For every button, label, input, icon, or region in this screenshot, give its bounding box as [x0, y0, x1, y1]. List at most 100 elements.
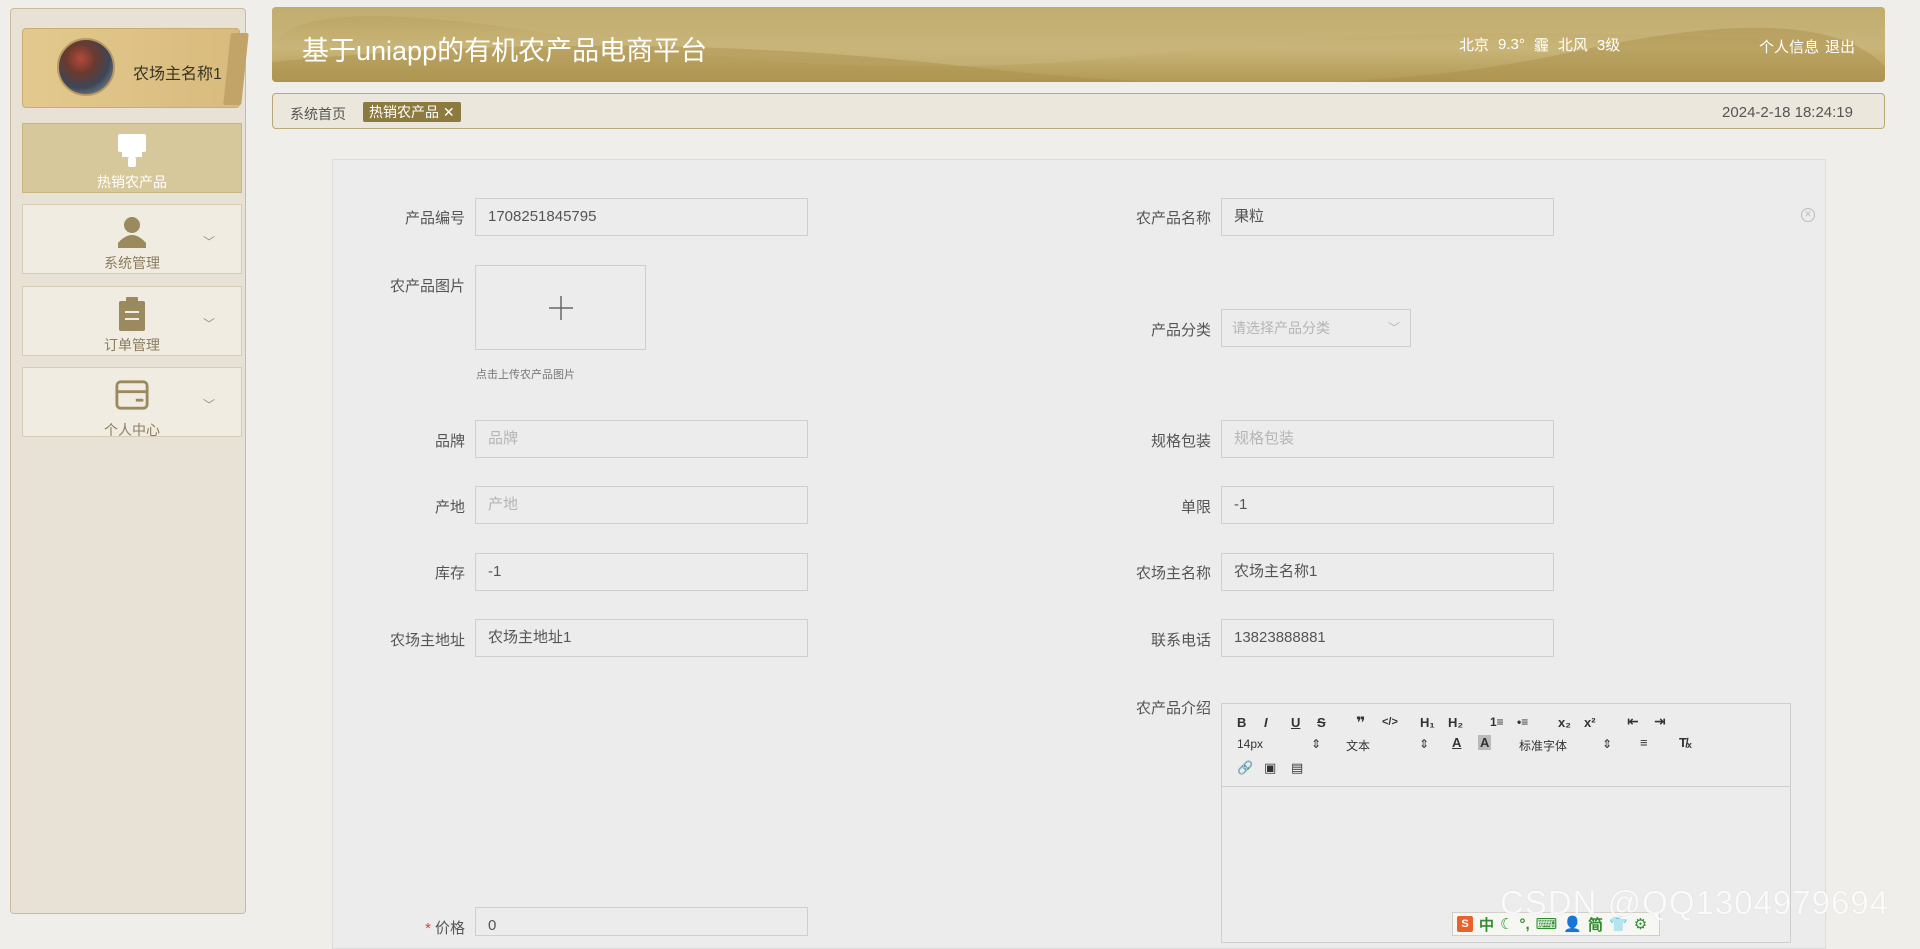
label-stock: 库存: [434, 565, 465, 582]
menu-label: 热销农产品: [97, 174, 167, 190]
chevron-updown-icon: ⇕: [1311, 737, 1322, 751]
subscript-button[interactable]: x₂: [1558, 715, 1571, 730]
ime-chinese-icon[interactable]: 中: [1479, 914, 1494, 935]
plus-icon: [548, 295, 573, 320]
indent-icon[interactable]: ⇥: [1654, 713, 1666, 730]
menu-label: 订单管理: [104, 337, 160, 353]
app-title: 基于uniapp的有机农产品电商平台: [302, 36, 708, 66]
limit-input[interactable]: -1: [1221, 486, 1554, 524]
label-farmer-name: 农场主名称: [1135, 565, 1211, 582]
farmer-address-input[interactable]: 农场主地址1: [475, 619, 808, 657]
chevron-down-icon: ﹀: [202, 398, 215, 412]
font-size-select[interactable]: 14px: [1237, 737, 1263, 751]
menu-item-hot-products[interactable]: 热销农产品: [22, 123, 242, 193]
upload-hint: 点击上传农产品图片: [476, 369, 575, 381]
spec-input[interactable]: 规格包装: [1221, 420, 1554, 458]
label-product-name: 农产品名称: [1135, 210, 1211, 227]
align-icon[interactable]: ≡: [1640, 735, 1648, 750]
product-name-input[interactable]: 果粒: [1221, 198, 1554, 236]
close-icon[interactable]: ✕: [443, 104, 455, 120]
video-icon[interactable]: ▤: [1291, 760, 1303, 776]
tab-home[interactable]: 系统首页: [290, 104, 346, 124]
clipboard-icon: [115, 297, 149, 331]
label-spec: 规格包装: [1150, 433, 1211, 450]
sidebar: 农场主名称1 热销农产品 系统管理 ﹀ 订单管理 ﹀ 个人中心 ﹀: [10, 8, 249, 914]
quote-button[interactable]: ❞: [1356, 713, 1365, 733]
ime-logo-icon: S: [1457, 916, 1473, 932]
label-intro: 农产品介绍: [1135, 700, 1211, 717]
chevron-down-icon: ﹀: [1387, 321, 1400, 335]
strike-button[interactable]: S: [1317, 715, 1326, 730]
font-family-select[interactable]: 标准字体: [1519, 737, 1567, 754]
close-circle-icon[interactable]: ✕: [1801, 208, 1815, 222]
required-mark: *: [425, 920, 431, 937]
label-origin: 产地: [434, 499, 465, 516]
weather-temp: 9.3°: [1498, 36, 1525, 53]
tab-hot-products[interactable]: 热销农产品 ✕: [363, 102, 461, 122]
brand-input[interactable]: 品牌: [475, 420, 808, 458]
user-card-flap: [223, 33, 249, 105]
logout-link[interactable]: 退出: [1825, 36, 1855, 57]
wallet-icon: [115, 378, 149, 412]
farmer-name-input[interactable]: 农场主名称1: [1221, 553, 1554, 591]
code-button[interactable]: </>: [1382, 716, 1398, 728]
text-type-select[interactable]: 文本: [1346, 737, 1370, 754]
origin-input[interactable]: 产地: [475, 486, 808, 524]
tab-label: 热销农产品: [369, 104, 439, 120]
label-brand: 品牌: [434, 433, 465, 450]
weather-info: 北京 9.3° 霾 北风 3级: [1459, 34, 1620, 55]
stock-input[interactable]: -1: [475, 553, 808, 591]
user-card[interactable]: 农场主名称1: [22, 28, 249, 108]
bold-button[interactable]: B: [1237, 715, 1246, 730]
outdent-icon[interactable]: ⇤: [1627, 713, 1639, 730]
category-select[interactable]: 请选择产品分类 ﹀: [1221, 309, 1411, 347]
menu-item-profile[interactable]: 个人中心 ﹀: [22, 367, 242, 438]
label-limit: 单限: [1180, 499, 1211, 516]
superscript-button[interactable]: x²: [1584, 715, 1596, 730]
header-links: 个人信息 退出: [1759, 36, 1855, 57]
label-price: * 价格: [325, 917, 465, 938]
image-upload[interactable]: [475, 265, 646, 350]
user-name: 农场主名称1: [133, 66, 222, 83]
weather-level: 3级: [1596, 37, 1621, 54]
watermark: CSDN @QQ1304979694: [1500, 884, 1890, 921]
label-image: 农产品图片: [389, 278, 465, 295]
weather-condition: 霾: [1533, 37, 1549, 54]
header: 基于uniapp的有机农产品电商平台 北京 9.3° 霾 北风 3级 个人信息 …: [272, 7, 1885, 82]
current-datetime: 2024-2-18 18:24:19: [1722, 104, 1853, 121]
background-color-icon[interactable]: A: [1478, 735, 1492, 750]
tab-bar: 系统首页 热销农产品 ✕ 2024-2-18 18:24:19: [272, 93, 1885, 129]
chevron-updown-icon: ⇕: [1602, 737, 1613, 751]
label-product-no: 产品编号: [404, 210, 465, 227]
h2-button[interactable]: H₂: [1448, 715, 1463, 730]
clear-format-button[interactable]: T̸ₓ: [1679, 735, 1692, 750]
image-icon[interactable]: ▣: [1264, 760, 1276, 776]
phone-input[interactable]: 13823888881: [1221, 619, 1554, 657]
menu-label: 个人中心: [104, 422, 160, 438]
avatar: [57, 38, 115, 96]
text-cursor-icon: [1246, 211, 1248, 217]
category-placeholder: 请选择产品分类: [1232, 320, 1330, 336]
chevron-updown-icon: ⇕: [1419, 737, 1430, 751]
bullet-list-button[interactable]: •≡: [1517, 715, 1528, 729]
label-category: 产品分类: [1150, 322, 1211, 339]
menu-item-system[interactable]: 系统管理 ﹀: [22, 204, 242, 274]
label-farmer-address: 农场主地址: [389, 632, 465, 649]
editor-toolbar: B I U S ❞ </> H₁ H₂ 1≡ •≡ x₂ x² ⇤ ⇥ 14px…: [1222, 704, 1790, 787]
product-no-input[interactable]: 1708251845795: [475, 198, 808, 236]
italic-button[interactable]: I: [1264, 715, 1268, 730]
underline-button[interactable]: U: [1291, 715, 1300, 730]
menu-item-orders[interactable]: 订单管理 ﹀: [22, 286, 242, 356]
chevron-down-icon: ﹀: [202, 317, 215, 331]
h1-button[interactable]: H₁: [1420, 715, 1435, 730]
ordered-list-button[interactable]: 1≡: [1490, 715, 1504, 729]
profile-link[interactable]: 个人信息: [1759, 36, 1819, 57]
weather-city: 北京: [1459, 37, 1490, 54]
chevron-down-icon: ﹀: [202, 235, 215, 249]
brush-icon: [115, 134, 149, 168]
font-color-icon[interactable]: A: [1452, 735, 1461, 750]
menu-label: 系统管理: [104, 255, 160, 271]
link-icon[interactable]: 🔗: [1237, 760, 1253, 776]
price-input[interactable]: 0: [475, 907, 808, 936]
label-price-text: 价格: [434, 920, 465, 937]
